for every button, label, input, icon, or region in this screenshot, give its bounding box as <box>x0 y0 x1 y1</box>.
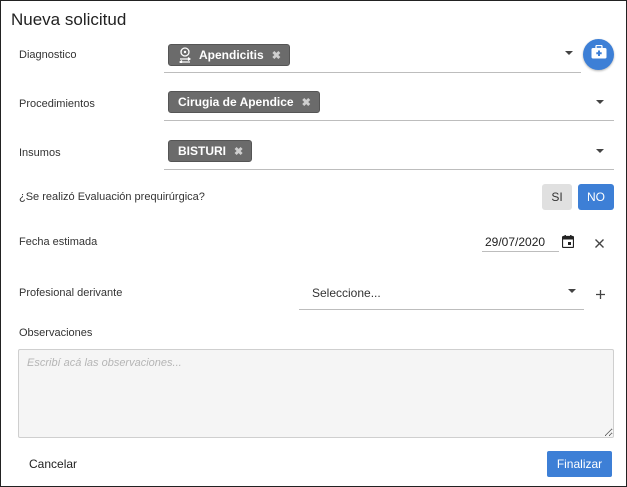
cancel-button[interactable]: Cancelar <box>29 457 77 471</box>
fecha-input[interactable]: 29/07/2020 <box>485 235 545 249</box>
finalize-button[interactable]: Finalizar <box>547 451 612 477</box>
fecha-label: Fecha estimada <box>19 236 98 248</box>
diagnostico-label: Diagnostico <box>19 49 77 61</box>
chevron-down-icon[interactable] <box>596 100 604 104</box>
no-toggle-button[interactable]: NO <box>578 184 614 210</box>
add-profesional-icon[interactable] <box>595 287 606 305</box>
procedimientos-underline <box>164 120 614 121</box>
procedimientos-chip-label: Cirugia de Apendice <box>178 95 294 109</box>
diagnostico-chip[interactable]: Apendicitis ✖ <box>168 44 290 66</box>
clear-date-icon[interactable] <box>594 236 605 254</box>
insumos-chip[interactable]: BISTURI ✖ <box>168 140 253 162</box>
procedimientos-label: Procedimientos <box>19 98 95 110</box>
insumos-underline <box>164 169 614 170</box>
chevron-down-icon[interactable] <box>596 149 604 153</box>
remove-chip-icon[interactable]: ✖ <box>272 49 281 62</box>
patient-icon <box>178 47 192 63</box>
dialog-title: Nueva solicitud <box>11 10 127 29</box>
observaciones-label: Observaciones <box>19 327 93 339</box>
add-diagnostico-button[interactable] <box>583 39 614 70</box>
remove-chip-icon[interactable]: ✖ <box>234 145 243 158</box>
procedimientos-chip[interactable]: Cirugia de Apendice ✖ <box>168 91 320 113</box>
chevron-down-icon[interactable] <box>568 289 576 293</box>
diagnostico-underline <box>164 72 581 73</box>
insumos-chip-label: BISTURI <box>178 144 226 158</box>
first-aid-kit-icon <box>591 44 607 64</box>
calendar-icon[interactable] <box>561 235 575 253</box>
profesional-select[interactable]: Seleccione... <box>312 286 381 300</box>
diagnostico-chip-label: Apendicitis <box>199 48 264 62</box>
chevron-down-icon[interactable] <box>565 51 573 55</box>
evaluacion-label: ¿Se realizó Evaluación prequirúrgica? <box>19 191 205 203</box>
fecha-underline <box>482 251 559 252</box>
solicitud-dialog: Nueva solicitud Diagnostico Apendicitis … <box>0 0 627 487</box>
remove-chip-icon[interactable]: ✖ <box>302 96 311 109</box>
insumos-label: Insumos <box>19 147 61 159</box>
profesional-label: Profesional derivante <box>19 287 123 299</box>
observaciones-textarea[interactable] <box>18 349 614 438</box>
si-toggle-button[interactable]: SI <box>542 184 572 210</box>
profesional-underline <box>299 309 584 310</box>
